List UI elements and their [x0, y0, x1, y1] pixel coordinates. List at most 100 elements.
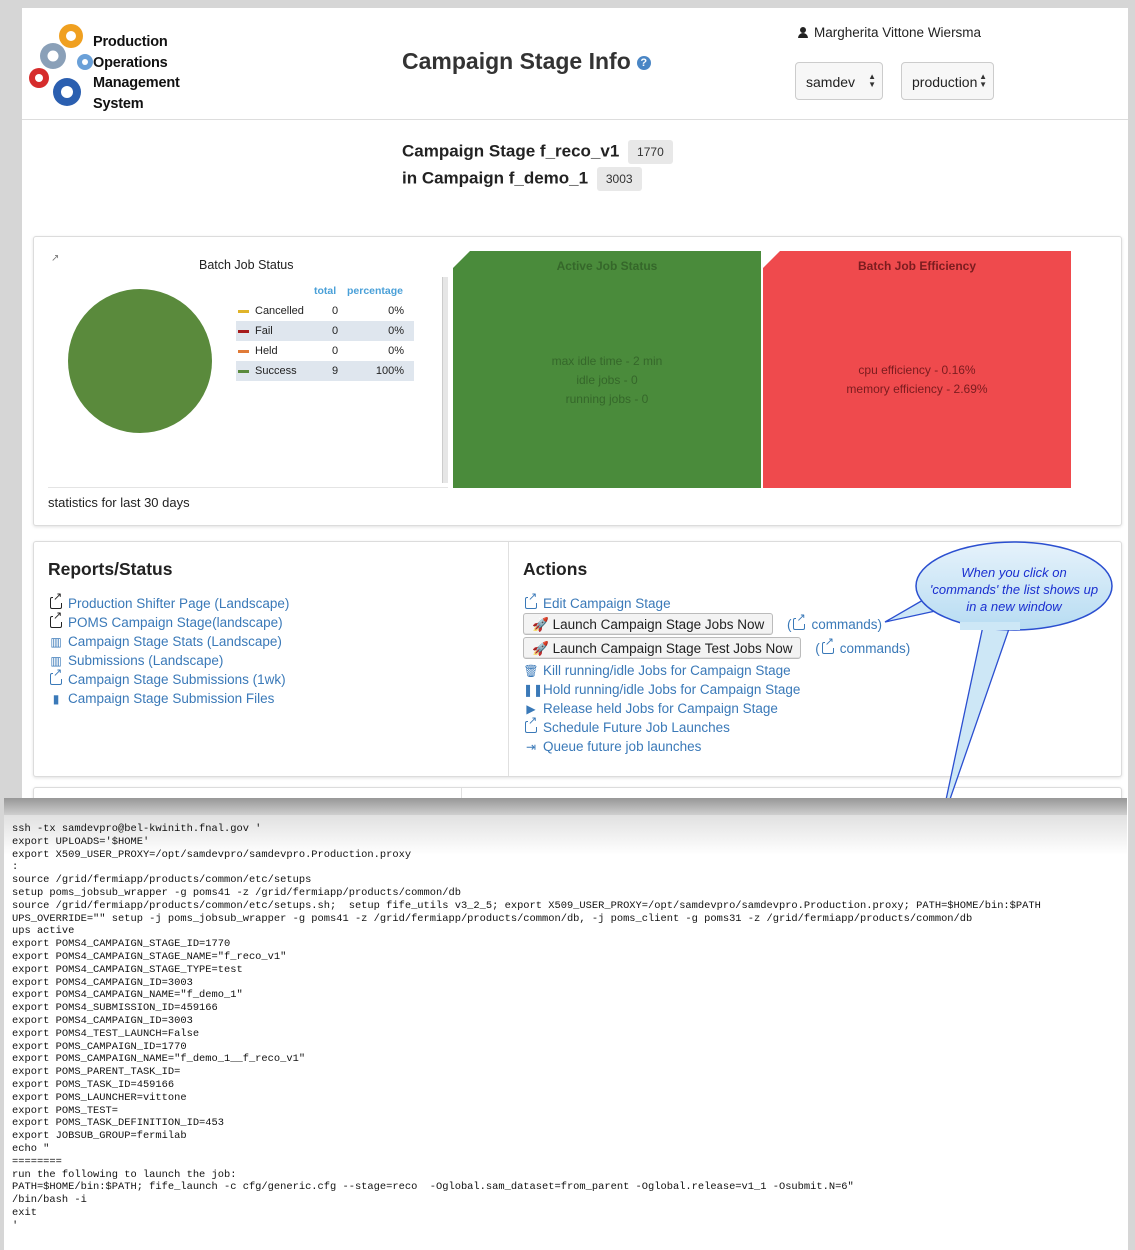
role-select[interactable]: production ▲ ▼ — [901, 62, 994, 100]
command-line: source /grid/fermiapp/products/common/et… — [12, 874, 312, 887]
command-line: export POMS4_CAMPAIGN_ID=3003 — [12, 976, 193, 989]
command-line: ssh -tx samdevpro@bel-kwinith.fnal.gov ' — [12, 823, 262, 835]
stage-name: Campaign Stage f_reco_v1 — [402, 141, 620, 161]
command-line: export POMS_TASK_ID=459166 — [12, 1078, 175, 1091]
link-campaign-stage-stats[interactable]: ▥ Campaign Stage Stats (Landscape) — [48, 632, 289, 651]
active-job-line: idle jobs - 0 — [576, 373, 638, 387]
batch-job-efficiency-tile[interactable]: Batch Job Efficiency cpu efficiency - 0.… — [763, 251, 1071, 488]
queue-launches-link[interactable]: ⇥ Queue future job launches — [523, 737, 910, 756]
external-link-icon — [525, 716, 538, 733]
hold-jobs-link[interactable]: ❚❚Hold running/idle Jobs for Campaign St… — [523, 680, 910, 699]
callout-line: When you click on — [961, 565, 1067, 580]
launch-jobs-now-button[interactable]: 🚀 Launch Campaign Stage Jobs Now — [523, 613, 774, 635]
select-arrows-icon: ▲ ▼ — [979, 72, 987, 89]
batch-job-status-title: Batch Job Status — [199, 258, 294, 272]
bar-chart-icon: ▥ — [50, 635, 62, 649]
command-line: export POMS_TASK_DEFINITION_ID=453 — [12, 1117, 225, 1130]
command-line: export POMS_TEST= — [12, 1104, 119, 1117]
campaign-id-badge: 3003 — [596, 167, 642, 191]
stats-note: statistics for last 30 days — [48, 495, 190, 510]
command-line: export POMS4_CAMPAIGN_STAGE_TYPE=test — [12, 963, 243, 976]
link-stage-submissions-1wk[interactable]: Campaign Stage Submissions (1wk) — [48, 668, 289, 689]
active-job-status-tile[interactable]: Active Job Status max idle time - 2 min … — [453, 251, 761, 488]
campaign-name: in Campaign f_demo_1 — [402, 168, 589, 188]
kill-jobs-link[interactable]: 🗑 Kill running/idle Jobs for Campaign Sta… — [523, 661, 910, 680]
campaign-heading: in Campaign f_demo_1 3003 — [402, 167, 642, 191]
release-jobs-link[interactable]: ▶ Release held Jobs for Campaign Stage — [523, 699, 910, 718]
schedule-launches-link[interactable]: Schedule Future Job Launches — [523, 716, 910, 737]
commands-window: ssh -tx samdevpro@bel-kwinith.fnal.gov '… — [4, 798, 1127, 1250]
command-line: export POMS_LAUNCHER=vittone — [12, 1091, 187, 1104]
button-label: Launch Campaign Stage Test Jobs Now — [552, 641, 793, 656]
link-text: Campaign Stage Stats (Landscape) — [68, 634, 282, 649]
link-text: Submissions (Landscape) — [68, 653, 224, 668]
logo-line: System — [93, 95, 144, 112]
user-menu[interactable]: Margherita Vittone Wiersma — [798, 25, 981, 40]
paren: ( — [815, 641, 820, 656]
link-submissions[interactable]: ▥ Submissions (Landscape) — [48, 651, 289, 670]
logo-line: Production — [93, 34, 168, 50]
legend-total: 0 — [332, 305, 339, 317]
command-line: export POMS4_CAMPAIGN_NAME="f_demo_1" — [12, 989, 243, 1002]
command-line: PATH=$HOME/bin:$PATH; fife_launch -c cfg… — [12, 1181, 854, 1194]
legend-total: 0 — [332, 325, 339, 337]
legend-total: 9 — [332, 365, 339, 377]
stage-id-badge: 1770 — [628, 140, 673, 164]
command-line: ' — [12, 1219, 19, 1232]
legend-label: Cancelled — [255, 305, 304, 317]
rocket-icon: 🚀 — [532, 617, 549, 632]
callout-line: 'commands' the list shows up — [929, 582, 1099, 597]
page-title-text: Campaign Stage Info — [402, 48, 631, 74]
batch-job-efficiency-title: Batch Job Efficiency — [857, 259, 977, 273]
user-icon — [798, 27, 808, 38]
callout-text: When you click on 'commands' the list sh… — [916, 564, 1112, 615]
link-poms-campaign-stage[interactable]: POMS Campaign Stage(landscape) — [48, 611, 289, 632]
legend-total: 0 — [332, 345, 339, 357]
legend-row-fail: Fail 0 0% — [236, 321, 414, 341]
page-title: Campaign Stage Info? — [402, 48, 651, 75]
command-line: export POMS4_CAMPAIGN_ID=3003 — [12, 1014, 193, 1027]
trash-icon: 🗑 — [523, 664, 539, 678]
actions-links: Edit Campaign Stage 🚀 Launch Campaign St… — [523, 592, 910, 756]
command-line: export X509_USER_PROXY=/opt/samdevpro/sa… — [12, 848, 412, 861]
legend-percentage: 0% — [388, 305, 404, 317]
swatch-success — [238, 370, 249, 373]
actions-title: Actions — [523, 559, 588, 579]
help-icon[interactable]: ? — [636, 55, 651, 70]
active-job-line: running jobs - 0 — [565, 392, 649, 406]
link-production-shifter[interactable]: Production Shifter Page (Landscape) — [48, 592, 289, 613]
legend-percentage: 0% — [388, 325, 404, 337]
logo-text: Production Operations Management System — [93, 32, 180, 114]
legend-percentage: 0% — [388, 345, 404, 357]
experiment-select[interactable]: samdev ▲ ▼ — [795, 62, 883, 100]
link-text: Campaign Stage Submissions (1wk) — [68, 672, 286, 687]
sign-in-icon: ⇥ — [525, 740, 537, 754]
batch-job-efficiency-body: cpu efficiency - 0.16% memory efficiency… — [763, 361, 1071, 399]
active-job-status-body: max idle time - 2 min idle jobs - 0 runn… — [453, 352, 761, 409]
efficiency-line: cpu efficiency - 0.16% — [858, 363, 976, 377]
header-divider — [22, 119, 1128, 120]
command-line: export POMS_CAMPAIGN_NAME="f_demo_1__f_r… — [12, 1053, 306, 1066]
external-link-icon — [50, 668, 63, 685]
link-text: Kill running/idle Jobs for Campaign Stag… — [543, 663, 791, 678]
link-text: Queue future job launches — [543, 739, 702, 754]
logo-line: Management — [93, 75, 180, 91]
poms-logo[interactable]: Production Operations Management System — [27, 18, 197, 112]
stage-heading: Campaign Stage f_reco_v1 1770 — [402, 140, 673, 164]
logo-line: Operations — [93, 54, 168, 71]
edit-icon — [525, 592, 538, 609]
swatch-fail — [238, 330, 249, 333]
role-select-value: production — [912, 74, 978, 90]
active-job-line: max idle time - 2 min — [551, 354, 663, 368]
callout-line: in a new window — [966, 599, 1062, 614]
legend-row-success: Success 9 100% — [236, 361, 414, 381]
window-titlebar[interactable] — [4, 799, 1127, 815]
legend-scrollbar[interactable] — [442, 277, 448, 483]
external-link-icon[interactable]: ↗ — [51, 253, 59, 264]
command-line: echo " — [12, 1142, 50, 1155]
link-stage-submission-files[interactable]: ▮ Campaign Stage Submission Files — [48, 689, 289, 708]
link-text: Campaign Stage Submission Files — [68, 691, 275, 706]
edit-campaign-stage-link[interactable]: Edit Campaign Stage — [523, 592, 910, 613]
launch-test-jobs-now-button[interactable]: 🚀 Launch Campaign Stage Test Jobs Now — [523, 637, 802, 659]
link-text: POMS Campaign Stage(landscape) — [68, 615, 283, 630]
